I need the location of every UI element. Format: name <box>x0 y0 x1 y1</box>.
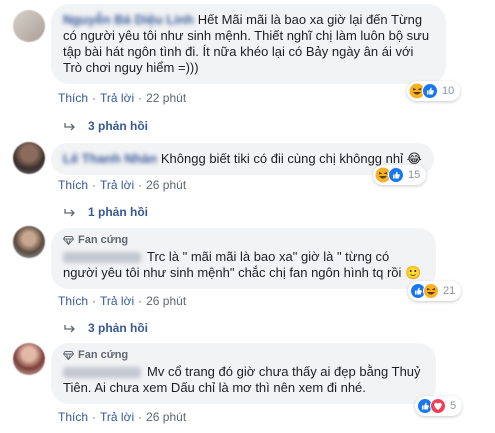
timestamp[interactable]: 26 phút <box>146 178 186 192</box>
like-button[interactable]: Thích <box>58 410 88 424</box>
comment-bubble: Fan cứng Trc là " mãi mãi là bao xa" giờ… <box>51 228 436 289</box>
reply-button[interactable]: Trả lời <box>100 294 134 308</box>
comment-actions: Thích · Trả lời · 26 phút <box>58 410 187 424</box>
view-replies-link[interactable]: 3 phản hồi <box>64 321 148 336</box>
like-button[interactable]: Thích <box>58 91 88 105</box>
like-button[interactable]: Thích <box>58 178 88 192</box>
timestamp[interactable]: 22 phút <box>146 91 186 105</box>
diamond-icon <box>63 351 74 360</box>
replies-count: 1 phản hồi <box>88 205 148 219</box>
like-icon <box>388 167 404 183</box>
commenter-name[interactable] <box>63 367 141 379</box>
reaction-count: 5 <box>450 400 457 412</box>
reply-button[interactable]: Trả lời <box>100 91 134 105</box>
reaction-summary[interactable]: 21 <box>408 281 462 301</box>
reply-arrow-icon <box>64 208 75 216</box>
fan-badge: Fan cứng <box>63 234 424 247</box>
avatar[interactable] <box>13 10 45 42</box>
fan-badge: Fan cứng <box>63 349 424 362</box>
avatar[interactable] <box>13 226 45 258</box>
like-button[interactable]: Thích <box>58 294 88 308</box>
comment-actions: Thích · Trả lời · 22 phút <box>58 91 187 105</box>
like-icon <box>422 83 438 99</box>
replies-count: 3 phản hồi <box>88 119 148 133</box>
reply-arrow-icon <box>64 324 75 332</box>
comment-bubble: Fan cứng Mv cổ trang đó giờ chưa thấy ai… <box>51 343 436 404</box>
reaction-count: 15 <box>408 169 421 181</box>
view-replies-link[interactable]: 1 phản hồi <box>64 205 148 220</box>
reaction-count: 21 <box>443 285 456 297</box>
comment-text: Khôngg biết tiki có đii cùng chị khôngg … <box>160 151 422 166</box>
diamond-icon <box>63 236 74 245</box>
fan-badge-label: Fan cứng <box>78 349 129 361</box>
view-replies-link[interactable]: 3 phản hồi <box>64 119 148 134</box>
commenter-name[interactable]: Lê Thanh Nhàn <box>63 151 157 166</box>
reaction-summary[interactable]: 15 <box>373 165 427 185</box>
comment-actions: Thích · Trả lời · 26 phút <box>58 294 187 308</box>
avatar[interactable] <box>13 343 45 375</box>
reaction-summary[interactable]: 10 <box>407 81 461 101</box>
avatar[interactable] <box>13 142 45 174</box>
reply-arrow-icon <box>64 122 75 130</box>
comment-actions: Thích · Trả lời · 26 phút <box>58 178 187 192</box>
reaction-count: 10 <box>442 85 455 97</box>
timestamp[interactable]: 26 phút <box>146 410 186 424</box>
haha-icon <box>423 283 439 299</box>
replies-count: 3 phản hồi <box>88 321 148 335</box>
comment-bubble: Nguyễn Bá Diệu Linh Hết Mãi mãi là bao xa… <box>51 4 446 84</box>
reply-button[interactable]: Trả lời <box>100 410 134 424</box>
commenter-name[interactable]: Nguyễn Bá Diệu Linh <box>63 12 194 27</box>
reaction-summary[interactable]: 5 <box>415 396 463 416</box>
timestamp[interactable]: 26 phút <box>146 294 186 308</box>
commenter-name[interactable] <box>63 252 141 264</box>
fan-badge-label: Fan cứng <box>78 234 129 246</box>
reply-button[interactable]: Trả lời <box>100 178 134 192</box>
love-icon <box>430 398 446 414</box>
